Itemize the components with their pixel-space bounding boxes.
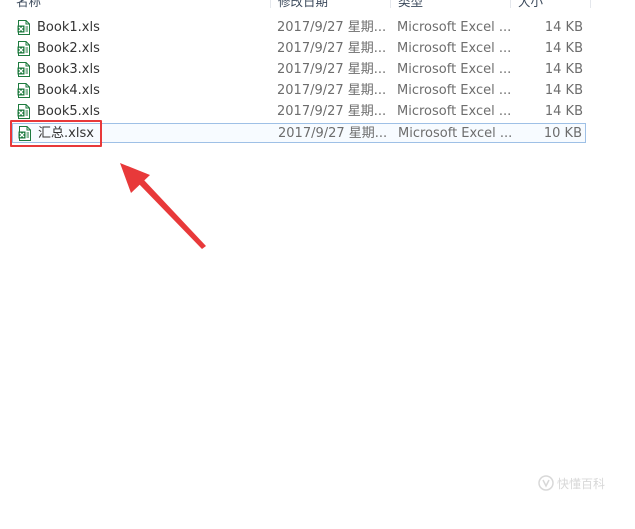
file-name: Book1.xls <box>37 20 100 35</box>
file-size: 14 KB <box>544 41 583 56</box>
red-arrow-icon <box>120 163 206 249</box>
column-divider[interactable] <box>590 0 591 8</box>
watermark-logo-icon <box>538 475 554 491</box>
excel-file-icon <box>17 41 30 56</box>
excel-file-icon <box>17 62 30 77</box>
file-date: 2017/9/27 星期... <box>277 41 387 56</box>
column-divider[interactable] <box>270 0 271 8</box>
file-size: 14 KB <box>544 62 583 77</box>
column-divider[interactable] <box>390 0 391 8</box>
file-name: Book3.xls <box>37 62 100 77</box>
file-name: Book4.xls <box>37 83 100 98</box>
file-size: 14 KB <box>544 83 583 98</box>
column-header-name[interactable]: 名称 <box>16 0 41 10</box>
watermark: 快懂百科 <box>538 471 614 495</box>
file-size: 14 KB <box>544 104 583 119</box>
file-type: Microsoft Excel ... <box>397 83 512 98</box>
excel-file-icon <box>17 104 30 119</box>
file-size: 14 KB <box>544 20 583 35</box>
file-date: 2017/9/27 星期... <box>278 126 388 141</box>
column-header-type[interactable]: 类型 <box>398 0 423 10</box>
file-date: 2017/9/27 星期... <box>277 62 387 77</box>
file-row[interactable]: Book3.xls 2017/9/27 星期... Microsoft Exce… <box>12 60 586 80</box>
file-date: 2017/9/27 星期... <box>277 20 387 35</box>
excel-file-icon <box>17 20 30 35</box>
highlight-box <box>10 120 102 147</box>
file-row[interactable]: Book4.xls 2017/9/27 星期... Microsoft Exce… <box>12 81 586 101</box>
column-header-date[interactable]: 修改日期 <box>278 0 328 10</box>
file-date: 2017/9/27 星期... <box>277 83 387 98</box>
column-header-bar: 名称 修改日期 类型 大小 <box>0 0 592 10</box>
file-name: Book5.xls <box>37 104 100 119</box>
file-name: Book2.xls <box>37 41 100 56</box>
file-type: Microsoft Excel ... <box>397 62 512 77</box>
column-header-size[interactable]: 大小 <box>518 0 543 10</box>
file-type: Microsoft Excel ... <box>398 126 513 141</box>
file-type: Microsoft Excel ... <box>397 104 512 119</box>
file-row[interactable]: Book1.xls 2017/9/27 星期... Microsoft Exce… <box>12 18 586 38</box>
column-divider[interactable] <box>510 0 511 8</box>
file-type: Microsoft Excel ... <box>397 20 512 35</box>
file-type: Microsoft Excel ... <box>397 41 512 56</box>
file-date: 2017/9/27 星期... <box>277 104 387 119</box>
file-size: 10 KB <box>543 126 582 141</box>
file-row[interactable]: Book5.xls 2017/9/27 星期... Microsoft Exce… <box>12 102 586 122</box>
excel-file-icon <box>17 83 30 98</box>
watermark-text: 快懂百科 <box>557 477 606 491</box>
file-row[interactable]: Book2.xls 2017/9/27 星期... Microsoft Exce… <box>12 39 586 59</box>
